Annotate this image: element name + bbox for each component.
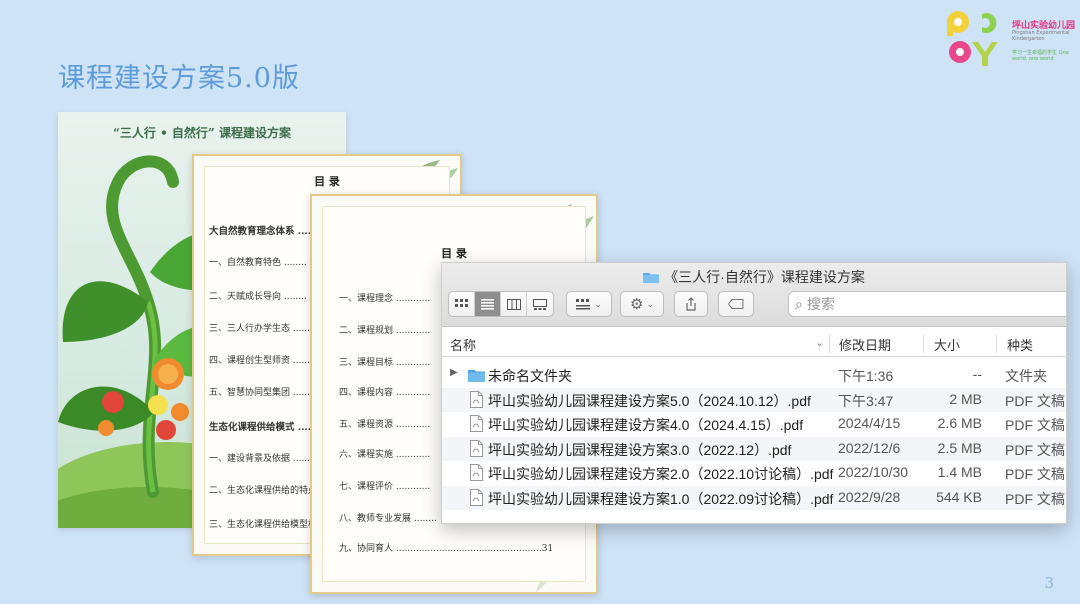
sort-chevron-icon[interactable]: ⌄: [815, 336, 824, 349]
file-size: 2.5 MB: [937, 439, 982, 456]
toc-right-heading: 目 录: [441, 247, 467, 260]
file-name: 坪山实验幼儿园课程建设方案1.0（2022.09讨论稿）.pdf: [488, 490, 834, 507]
window-title-text: 《三人行·自然行》课程建设方案: [664, 269, 865, 285]
file-name: 坪山实验幼儿园课程建设方案4.0（2024.4.15）.pdf: [488, 417, 804, 433]
file-kind: PDF 文稿: [1005, 441, 1065, 458]
toc-left-line: 生态化课程供给模式 ......: [209, 422, 318, 433]
window-title: 《三人行·自然行》课程建设方案: [442, 267, 1066, 287]
toc-left-line: 二、天赋成长导向 ........: [209, 292, 307, 302]
file-size: 2.6 MB: [937, 415, 982, 431]
slide-title: 课程建设方案5.0版: [58, 63, 300, 94]
list-item[interactable]: 坪山实验幼儿园课程建设方案1.0（2022.09讨论稿）.pdf 2022/9/…: [442, 485, 1066, 510]
toc-right-line: 六、课程实施 ............: [339, 450, 431, 460]
toc-right-line: 四、课程内容 ............: [339, 388, 431, 398]
pdf-file-icon: [470, 464, 483, 481]
tag-icon: [728, 299, 744, 309]
pdf-file-icon: [470, 390, 483, 408]
toc-right-line: 三、课程目标 ............: [339, 358, 431, 368]
pdf-file-icon: [470, 488, 483, 506]
cover-title: “三人行 • 自然行” 课程建设方案: [112, 126, 291, 140]
list-item[interactable]: 坪山实验幼儿园课程建设方案5.0（2024.10.12）.pdf 下午3:47 …: [442, 387, 1066, 412]
gallery-view-icon[interactable]: [527, 292, 553, 316]
search-placeholder: 搜索: [806, 296, 835, 312]
tag-button[interactable]: [718, 291, 754, 317]
column-header: 名称 ⌄ 修改日期 大小 种类: [442, 331, 1066, 357]
file-date: 下午3:47: [838, 392, 894, 409]
view-mode-group: [448, 291, 554, 317]
folder-icon: [643, 273, 660, 283]
toc-left-line: 二、生态化课程供给的特点 .: [209, 486, 323, 496]
finder-window: 《三人行·自然行》课程建设方案 ⌄ ⚙ ⌄ ⌕ 搜索 名称 ⌄ 修改日期 大小 …: [441, 262, 1067, 524]
file-kind: PDF 文稿: [1005, 490, 1065, 507]
file-size: --: [972, 366, 982, 382]
toc-right-line: 五、课程资源 ............: [339, 420, 431, 430]
toc-right-line: 九、协同育人 .................................…: [339, 544, 554, 554]
toc-right-line: 八、教师专业发展 ........: [339, 514, 437, 524]
list-item[interactable]: 坪山实验幼儿园课程建设方案3.0（2022.12）.pdf 2022/12/6 …: [442, 436, 1066, 461]
file-name: 坪山实验幼儿园课程建设方案2.0（2022.10讨论稿）.pdf: [488, 466, 834, 482]
search-icon: ⌕: [795, 295, 803, 312]
file-date: 2024/4/15: [838, 415, 901, 431]
column-separator[interactable]: [923, 335, 924, 353]
file-size: 1.4 MB: [937, 464, 982, 480]
file-size: 544 KB: [936, 488, 982, 505]
toc-left-line: 三、三人行办学生态 ......: [209, 324, 311, 334]
logo-subtitle: Pingshan Experimental Kindergarten: [1012, 30, 1070, 42]
pdf-file-icon: [470, 439, 483, 457]
file-date: 下午1:36: [838, 368, 894, 384]
list-item[interactable]: 坪山实验幼儿园课程建设方案4.0（2024.4.15）.pdf 2024/4/1…: [442, 412, 1066, 437]
list-item[interactable]: 坪山实验幼儿园课程建设方案2.0（2022.10讨论稿）.pdf 2022/10…: [442, 461, 1066, 486]
file-kind: PDF 文稿: [1005, 417, 1065, 433]
toc-left-line: 三、生态化课程供给模型构建: [209, 520, 327, 530]
toc-left-line: 大自然教育理念体系 ......: [209, 226, 318, 237]
action-menu-button[interactable]: ⚙ ⌄: [620, 291, 664, 317]
chevron-down-icon: ⌄: [594, 298, 602, 309]
file-name: 坪山实验幼儿园课程建设方案3.0（2022.12）.pdf: [488, 441, 792, 458]
file-size: 2 MB: [949, 390, 982, 407]
search-input[interactable]: ⌕ 搜索: [788, 291, 1066, 317]
file-date: 2022/9/28: [838, 488, 901, 505]
file-list: ▶ 未命名文件夹 下午1:36 -- 文件夹 坪山实验幼儿园课程建设方案5.0（…: [442, 363, 1066, 510]
logo-mark-icon: [947, 11, 998, 66]
toc-right-line: 七、课程评价 ............: [339, 482, 431, 492]
column-view-icon[interactable]: [501, 292, 527, 316]
file-date: 2022/10/30: [838, 464, 909, 480]
toc-left-line: 一、自然教育特色 ........: [209, 258, 307, 268]
group-icon: [576, 298, 591, 309]
toc-right-line: 二、课程规划 ............: [339, 326, 431, 336]
logo-tagline: 学习一生幸福的学生 One world, one world: [1012, 50, 1069, 62]
file-date: 2022/12/6: [838, 439, 901, 456]
icon-view-icon[interactable]: [449, 292, 475, 316]
file-name: 未命名文件夹: [488, 368, 572, 384]
page-number: 3: [1044, 574, 1054, 592]
column-name[interactable]: 名称: [450, 335, 476, 354]
toc-right-line: 一、课程理念 ............: [339, 294, 431, 304]
column-kind[interactable]: 种类: [1007, 335, 1033, 354]
share-icon: [686, 297, 696, 311]
toc-left-line: 一、建设背景及依据 ......: [209, 454, 311, 464]
toc-left-line: 五、智慧协同型集团 ......: [209, 388, 311, 398]
disclosure-triangle-icon[interactable]: ▶: [450, 367, 458, 378]
chevron-down-icon: ⌄: [646, 298, 654, 309]
pdf-file-icon: [470, 415, 483, 432]
toc-left-line: 四、课程创生型师资 ......: [209, 356, 311, 366]
file-kind: PDF 文稿: [1005, 392, 1065, 409]
share-button[interactable]: [674, 291, 708, 317]
folder-icon: [468, 370, 485, 382]
column-separator[interactable]: [996, 335, 997, 353]
file-kind: PDF 文稿: [1005, 466, 1065, 482]
file-name: 坪山实验幼儿园课程建设方案5.0（2024.10.12）.pdf: [488, 392, 811, 409]
list-view-icon[interactable]: [475, 292, 501, 316]
column-date[interactable]: 修改日期: [839, 335, 891, 354]
finder-toolbar: ⌄ ⚙ ⌄ ⌕ 搜索: [448, 291, 1066, 319]
column-size[interactable]: 大小: [934, 335, 960, 354]
finder-titlebar[interactable]: 《三人行·自然行》课程建设方案 ⌄ ⚙ ⌄ ⌕ 搜索: [442, 263, 1066, 327]
gear-icon: ⚙: [630, 296, 644, 313]
toc-left-heading: 目 录: [314, 175, 340, 188]
column-separator[interactable]: [829, 335, 830, 353]
kindergarten-logo: 坪山实验幼儿园 Pingshan Experimental Kindergart…: [944, 6, 1075, 72]
group-by-button[interactable]: ⌄: [566, 291, 612, 317]
file-kind: 文件夹: [1005, 368, 1047, 384]
list-item[interactable]: ▶ 未命名文件夹 下午1:36 -- 文件夹: [442, 363, 1066, 388]
